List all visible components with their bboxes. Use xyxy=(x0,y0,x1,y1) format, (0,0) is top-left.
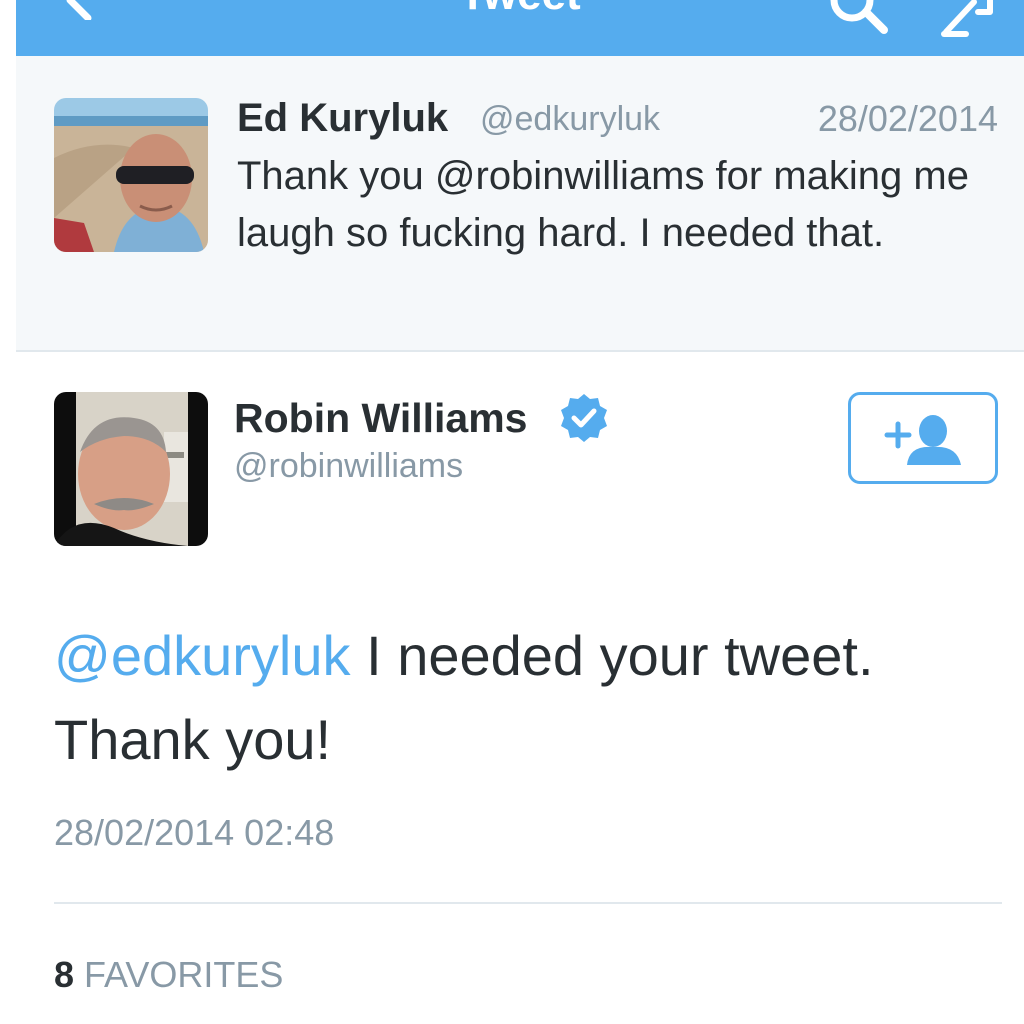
tweet-text-line1: I needed your tweet. xyxy=(350,624,874,687)
favorites-stat[interactable]: 8 FAVORITES xyxy=(54,954,283,996)
favorites-label: FAVORITES xyxy=(84,954,284,995)
follow-button[interactable] xyxy=(848,392,998,484)
mention-link[interactable]: @edkuryluk xyxy=(54,624,351,687)
parent-author-name[interactable]: Ed Kuryluk xyxy=(237,96,448,141)
author-name[interactable]: Robin Williams xyxy=(234,395,528,442)
tweet-timestamp: 28/02/2014 02:48 xyxy=(54,812,335,853)
parent-tweet[interactable]: Ed Kuryluk @edkuryluk 28/02/2014 Thank y… xyxy=(16,56,1024,352)
favorites-count: 8 xyxy=(54,954,75,995)
tweet-text: @edkuryluk I needed your tweet. Thank yo… xyxy=(54,614,1004,782)
divider xyxy=(54,902,1002,904)
parent-tweet-date: 28/02/2014 xyxy=(817,98,998,139)
avatar[interactable] xyxy=(54,98,208,252)
parent-author-handle[interactable]: @edkuryluk xyxy=(480,100,660,139)
compose-icon[interactable] xyxy=(938,0,998,43)
avatar[interactable] xyxy=(54,392,208,546)
search-icon[interactable] xyxy=(826,0,896,43)
tweet-detail-screen: Tweet Ed Kuryluk @edkuryluk 28/02/2014 xyxy=(16,0,1024,1024)
verified-badge-icon xyxy=(558,392,610,449)
tweet-text-line2: Thank you! xyxy=(54,708,332,771)
parent-tweet-text: Thank you @robinwilliams for making me l… xyxy=(237,154,969,255)
author-handle[interactable]: @robinwilliams xyxy=(234,447,463,486)
navigation-bar: Tweet xyxy=(16,0,1024,56)
